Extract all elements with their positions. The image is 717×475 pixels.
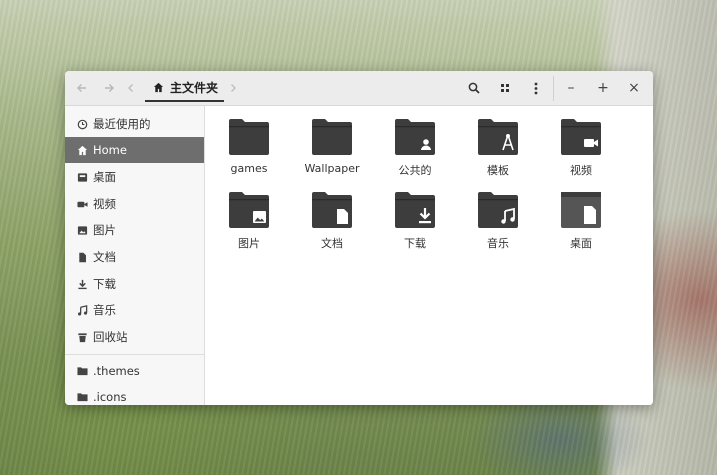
file-name: 下载 (404, 237, 426, 250)
sidebar-item-desktop[interactable]: 桌面 (65, 164, 204, 190)
file-item-documents[interactable]: 文档 (296, 191, 368, 259)
folder-icon (311, 118, 353, 156)
sidebar-item-pictures[interactable]: 图片 (65, 217, 204, 243)
arrow-right-icon (103, 82, 115, 94)
download-icon (76, 278, 88, 290)
clock-icon (76, 118, 88, 130)
sidebar-item-home[interactable]: Home (65, 137, 204, 163)
grid-view-icon (500, 83, 510, 93)
folder-public-icon (394, 118, 436, 156)
arrow-left-icon (76, 82, 88, 94)
sidebar-item-label: Home (93, 143, 127, 157)
file-name: 公共的 (398, 164, 432, 177)
close-icon: × (628, 80, 640, 96)
sidebar-item-label: 图片 (93, 223, 116, 237)
file-name: games (230, 162, 268, 175)
folder-download-icon (394, 191, 436, 229)
document-icon (76, 251, 88, 263)
sidebar-item-label: 视频 (93, 197, 116, 211)
search-icon (468, 82, 480, 94)
desktop-icon (76, 171, 88, 183)
folder-music-icon (477, 191, 519, 229)
file-item-videos[interactable]: 视频 (545, 118, 617, 186)
folder-templates-icon (477, 118, 519, 156)
chevron-left-icon (127, 83, 135, 93)
sidebar-item-label: 音乐 (93, 303, 116, 317)
folder-desktop-icon (560, 191, 602, 229)
sidebar-item-label: .icons (93, 390, 127, 404)
sidebar-item-downloads[interactable]: 下载 (65, 271, 204, 297)
sidebar-item-music[interactable]: 音乐 (65, 297, 204, 323)
path-scroll-left-button[interactable] (123, 75, 139, 101)
sidebar-item-label: 桌面 (93, 170, 116, 184)
view-mode-button[interactable] (492, 75, 518, 101)
file-item-pictures[interactable]: 图片 (213, 191, 285, 259)
minimize-icon: – (567, 80, 575, 96)
music-icon (76, 304, 88, 316)
minimize-button[interactable]: – (558, 75, 584, 101)
file-name: 模板 (487, 164, 509, 177)
file-grid: games Wallpaper 公共的 模板 视频 图片 文档 下载 音乐 桌面 (206, 106, 653, 405)
file-item-music[interactable]: 音乐 (462, 191, 534, 259)
sidebar-item-themes[interactable]: .themes (65, 358, 204, 384)
back-button[interactable] (69, 75, 95, 101)
home-icon (153, 82, 164, 93)
sidebar-item-label: 文档 (93, 250, 116, 264)
sidebar-item-label: 最近使用的 (93, 117, 151, 131)
folder-documents-icon (311, 191, 353, 229)
file-manager-window: 主文件夹 – + × 最近使用的 Home 桌面 视频 图片 文档 下载 音乐 … (65, 71, 653, 405)
path-bar-home-button[interactable]: 主文件夹 (145, 75, 224, 102)
folder-icon (76, 365, 88, 377)
file-item-templates[interactable]: 模板 (462, 118, 534, 186)
file-name: 文档 (321, 237, 343, 250)
path-label: 主文件夹 (170, 81, 219, 95)
trash-icon (76, 331, 88, 343)
maximize-icon: + (597, 80, 609, 96)
file-name: 图片 (238, 237, 260, 250)
sidebar-item-documents[interactable]: 文档 (65, 244, 204, 270)
file-name: Wallpaper (304, 162, 360, 175)
kebab-menu-icon (534, 82, 538, 95)
maximize-button[interactable]: + (590, 75, 616, 101)
file-item-desktop[interactable]: 桌面 (545, 191, 617, 259)
picture-icon (76, 224, 88, 236)
file-item-wallpaper[interactable]: Wallpaper (296, 118, 368, 186)
folder-icon (228, 118, 270, 156)
menu-button[interactable] (523, 75, 549, 101)
headerbar: 主文件夹 – + × (65, 71, 653, 106)
sidebar-item-trash[interactable]: 回收站 (65, 324, 204, 350)
path-scroll-right-button[interactable] (225, 75, 241, 101)
forward-button[interactable] (96, 75, 122, 101)
close-button[interactable]: × (621, 75, 647, 101)
sidebar-item-recent[interactable]: 最近使用的 (65, 111, 204, 137)
sidebar-divider (65, 354, 204, 355)
headerbar-separator (553, 76, 554, 101)
video-icon (76, 198, 88, 210)
file-item-games[interactable]: games (213, 118, 285, 186)
folder-video-icon (560, 118, 602, 156)
chevron-right-icon (229, 83, 237, 93)
sidebar-item-label: 回收站 (93, 330, 128, 344)
sidebar-item-label: .themes (93, 364, 140, 378)
file-item-downloads[interactable]: 下载 (379, 191, 451, 259)
file-item-public[interactable]: 公共的 (379, 118, 451, 186)
file-name: 桌面 (570, 237, 592, 250)
search-button[interactable] (461, 75, 487, 101)
sidebar-item-icons[interactable]: .icons (65, 384, 204, 405)
home-icon (76, 144, 88, 156)
folder-icon (76, 391, 88, 403)
file-name: 视频 (570, 164, 592, 177)
file-name: 音乐 (487, 237, 509, 250)
sidebar-item-videos[interactable]: 视频 (65, 191, 204, 217)
folder-pictures-icon (228, 191, 270, 229)
sidebar: 最近使用的 Home 桌面 视频 图片 文档 下载 音乐 回收站 .themes… (65, 106, 205, 405)
sidebar-item-label: 下载 (93, 277, 116, 291)
